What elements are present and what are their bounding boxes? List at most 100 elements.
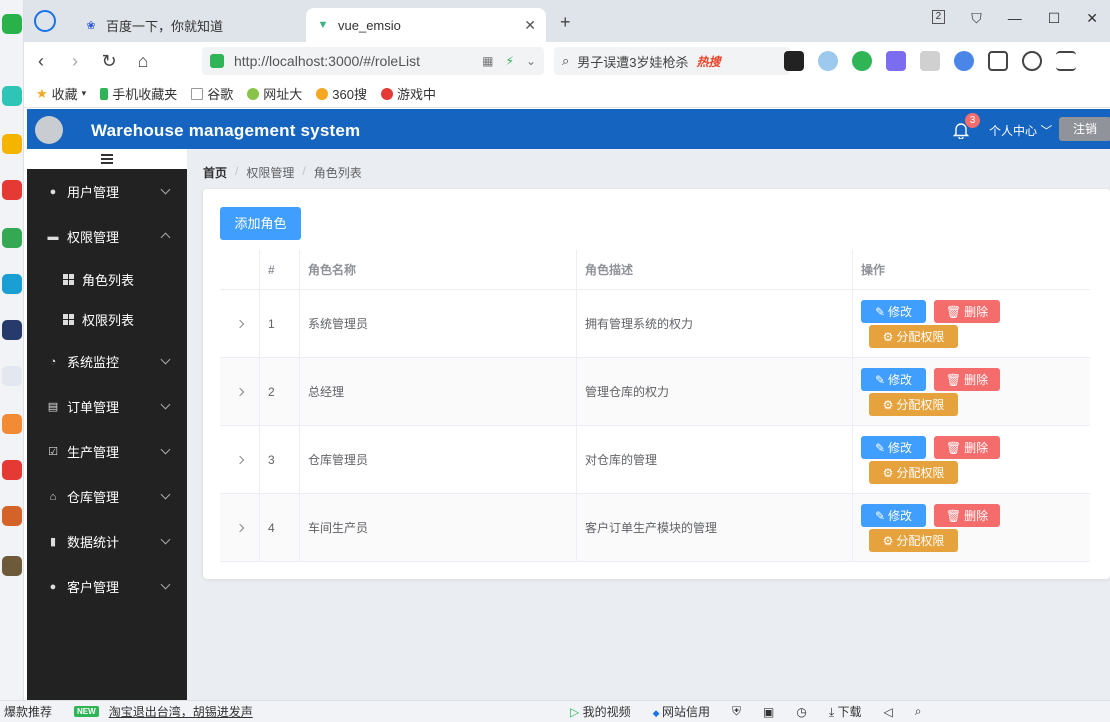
delete-button[interactable]: 🗑︎ 删除 (934, 368, 1000, 391)
shield-icon[interactable]: ⛨ (732, 704, 741, 719)
sidebar-item-statistics[interactable]: ▮ 数据统计 (27, 519, 187, 564)
browser-app-icon[interactable] (2, 556, 22, 576)
more-icon[interactable] (1056, 51, 1076, 71)
search-input[interactable]: ⌕ 男子误遭3岁娃枪杀 热搜 (554, 47, 790, 75)
sidebar-item-users[interactable]: ● 用户管理 (27, 169, 187, 214)
home-icon[interactable]: ⌂ (126, 51, 160, 72)
scissors-icon[interactable] (920, 51, 940, 71)
qr-icon[interactable]: ▦ (482, 54, 493, 68)
zoom-icon[interactable]: ⌕ (915, 704, 922, 719)
url-input[interactable]: http://localhost:3000/#/roleList ▦ ⚡ ⌄ (202, 47, 544, 75)
user-icon: ● (49, 580, 57, 593)
add-role-button[interactable]: 添加角色 (220, 207, 301, 240)
news-link[interactable]: 淘宝退出台湾，胡锡进发声 (109, 703, 253, 720)
chevron-right-icon[interactable] (235, 455, 244, 464)
grid-icon[interactable] (988, 51, 1008, 71)
bookmark-item[interactable]: 网址大 (247, 84, 302, 103)
user-center-dropdown[interactable]: 个人中心 ﹀ (989, 122, 1052, 139)
translate-icon[interactable] (886, 51, 906, 71)
delete-button[interactable]: 🗑︎ 删除 (934, 300, 1000, 323)
history-icon[interactable]: ◷ (796, 705, 806, 719)
reload-icon[interactable]: ↻ (92, 51, 126, 72)
assign-permission-button[interactable]: ⚙ 分配权限 (869, 529, 958, 552)
breadcrumb-item[interactable]: 权限管理 (246, 164, 294, 181)
shield-icon (210, 54, 224, 68)
browser-tab-baidu[interactable]: ❀ 百度一下，你就知道 (74, 8, 284, 42)
browser-app-icon[interactable] (2, 86, 22, 106)
sidebar-item-production[interactable]: ☑ 生产管理 (27, 429, 187, 474)
logout-button[interactable]: 注销 (1059, 117, 1110, 141)
chevron-right-icon[interactable] (235, 387, 244, 396)
chevron-down-icon[interactable]: ⌄ (526, 54, 536, 68)
browser-app-icon[interactable] (2, 134, 22, 154)
delete-button[interactable]: 🗑︎ 删除 (934, 504, 1000, 527)
sidebar-subitem-role-list[interactable]: 角色列表 (27, 259, 187, 299)
browser-app-icon[interactable] (2, 274, 22, 294)
sidebar-item-customers[interactable]: ● 客户管理 (27, 564, 187, 609)
bar-chart-icon: ▮ (49, 536, 57, 548)
browser-app-icon[interactable] (2, 460, 22, 480)
browser-app-icon[interactable] (2, 366, 22, 386)
extension-icon[interactable] (852, 51, 872, 71)
back-icon[interactable]: ‹ (24, 51, 58, 72)
close-window-icon[interactable]: ✕ (1086, 10, 1098, 27)
browser-app-icon[interactable] (2, 14, 22, 34)
bookmark-item[interactable]: 手机收藏夹 (100, 84, 177, 103)
image-icon[interactable]: ▣ (763, 705, 774, 719)
site-credit-link[interactable]: 网站信用 (653, 703, 710, 720)
browser-app-icon[interactable] (2, 228, 22, 248)
bookmark-item[interactable]: 360搜 (316, 84, 367, 103)
expand-cell[interactable] (220, 494, 260, 561)
bookmark-favorites[interactable]: ★ 收藏 ▾ (36, 84, 86, 103)
search-text[interactable]: 男子误遭3岁娃枪杀 (577, 52, 688, 71)
bookmark-item[interactable]: 游戏中 (380, 84, 436, 103)
hot-recommend[interactable]: 爆款推荐 (4, 703, 52, 720)
expand-cell[interactable] (220, 290, 260, 357)
forward-icon[interactable]: › (58, 51, 92, 72)
sidebar-item-label: 订单管理 (67, 400, 120, 415)
browser-tab-active[interactable]: ▼ vue_emsio ✕ (306, 8, 546, 42)
assign-permission-button[interactable]: ⚙ 分配权限 (869, 461, 958, 484)
browser-app-icon[interactable] (2, 180, 22, 200)
shirt-icon[interactable]: ⛉ (971, 10, 982, 27)
minimize-icon[interactable]: — (1008, 10, 1022, 27)
my-video-link[interactable]: 我的视频 (570, 703, 631, 720)
sidebar-item-orders[interactable]: ▤ 订单管理 (27, 384, 187, 429)
chevron-right-icon[interactable] (235, 523, 244, 532)
edit-button[interactable]: ✎ 修改 (861, 368, 926, 391)
close-icon[interactable]: ✕ (524, 17, 536, 34)
expand-cell[interactable] (220, 358, 260, 425)
sidebar-subitem-permission-list[interactable]: 权限列表 (27, 299, 187, 339)
assign-permission-button[interactable]: ⚙ 分配权限 (869, 325, 958, 348)
browser-app-icon[interactable] (2, 320, 22, 340)
maximize-icon[interactable]: ☐ (1048, 10, 1061, 27)
edit-button[interactable]: ✎ 修改 (861, 436, 926, 459)
edit-button[interactable]: ✎ 修改 (861, 300, 926, 323)
extension-icon[interactable] (784, 51, 804, 71)
breadcrumb-separator: / (235, 164, 239, 178)
extension-icon[interactable] (818, 51, 838, 71)
undo-icon[interactable] (1022, 51, 1042, 71)
sidebar-item-permissions[interactable]: ▬ 权限管理 (27, 214, 187, 259)
delete-button[interactable]: 🗑︎ 删除 (934, 436, 1000, 459)
tab-count[interactable]: 2 (931, 10, 946, 24)
breadcrumb-separator: / (302, 164, 306, 178)
expand-cell[interactable] (220, 426, 260, 493)
download-link[interactable]: 下载 (829, 703, 862, 720)
sidebar-item-warehouse[interactable]: ⌂ 仓库管理 (27, 474, 187, 519)
edit-button[interactable]: ✎ 修改 (861, 504, 926, 527)
magnifier-icon[interactable] (954, 51, 974, 71)
plus-icon[interactable]: + (560, 12, 571, 33)
bookmark-item[interactable]: 谷歌 (191, 84, 233, 103)
url-text[interactable]: http://localhost:3000/#/roleList (234, 53, 420, 69)
browser-home-icon[interactable] (34, 10, 56, 32)
browser-app-icon[interactable] (2, 414, 22, 434)
browser-app-icon[interactable] (2, 506, 22, 526)
chevron-right-icon[interactable] (235, 319, 244, 328)
menu-toggle-icon[interactable] (101, 154, 113, 164)
volume-icon[interactable]: ◁ (884, 705, 893, 719)
sidebar-item-monitor[interactable]: ◔ 系统监控 (27, 339, 187, 384)
lightning-icon[interactable]: ⚡ (506, 54, 514, 68)
assign-permission-button[interactable]: ⚙ 分配权限 (869, 393, 958, 416)
breadcrumb-home[interactable]: 首页 (203, 164, 227, 181)
